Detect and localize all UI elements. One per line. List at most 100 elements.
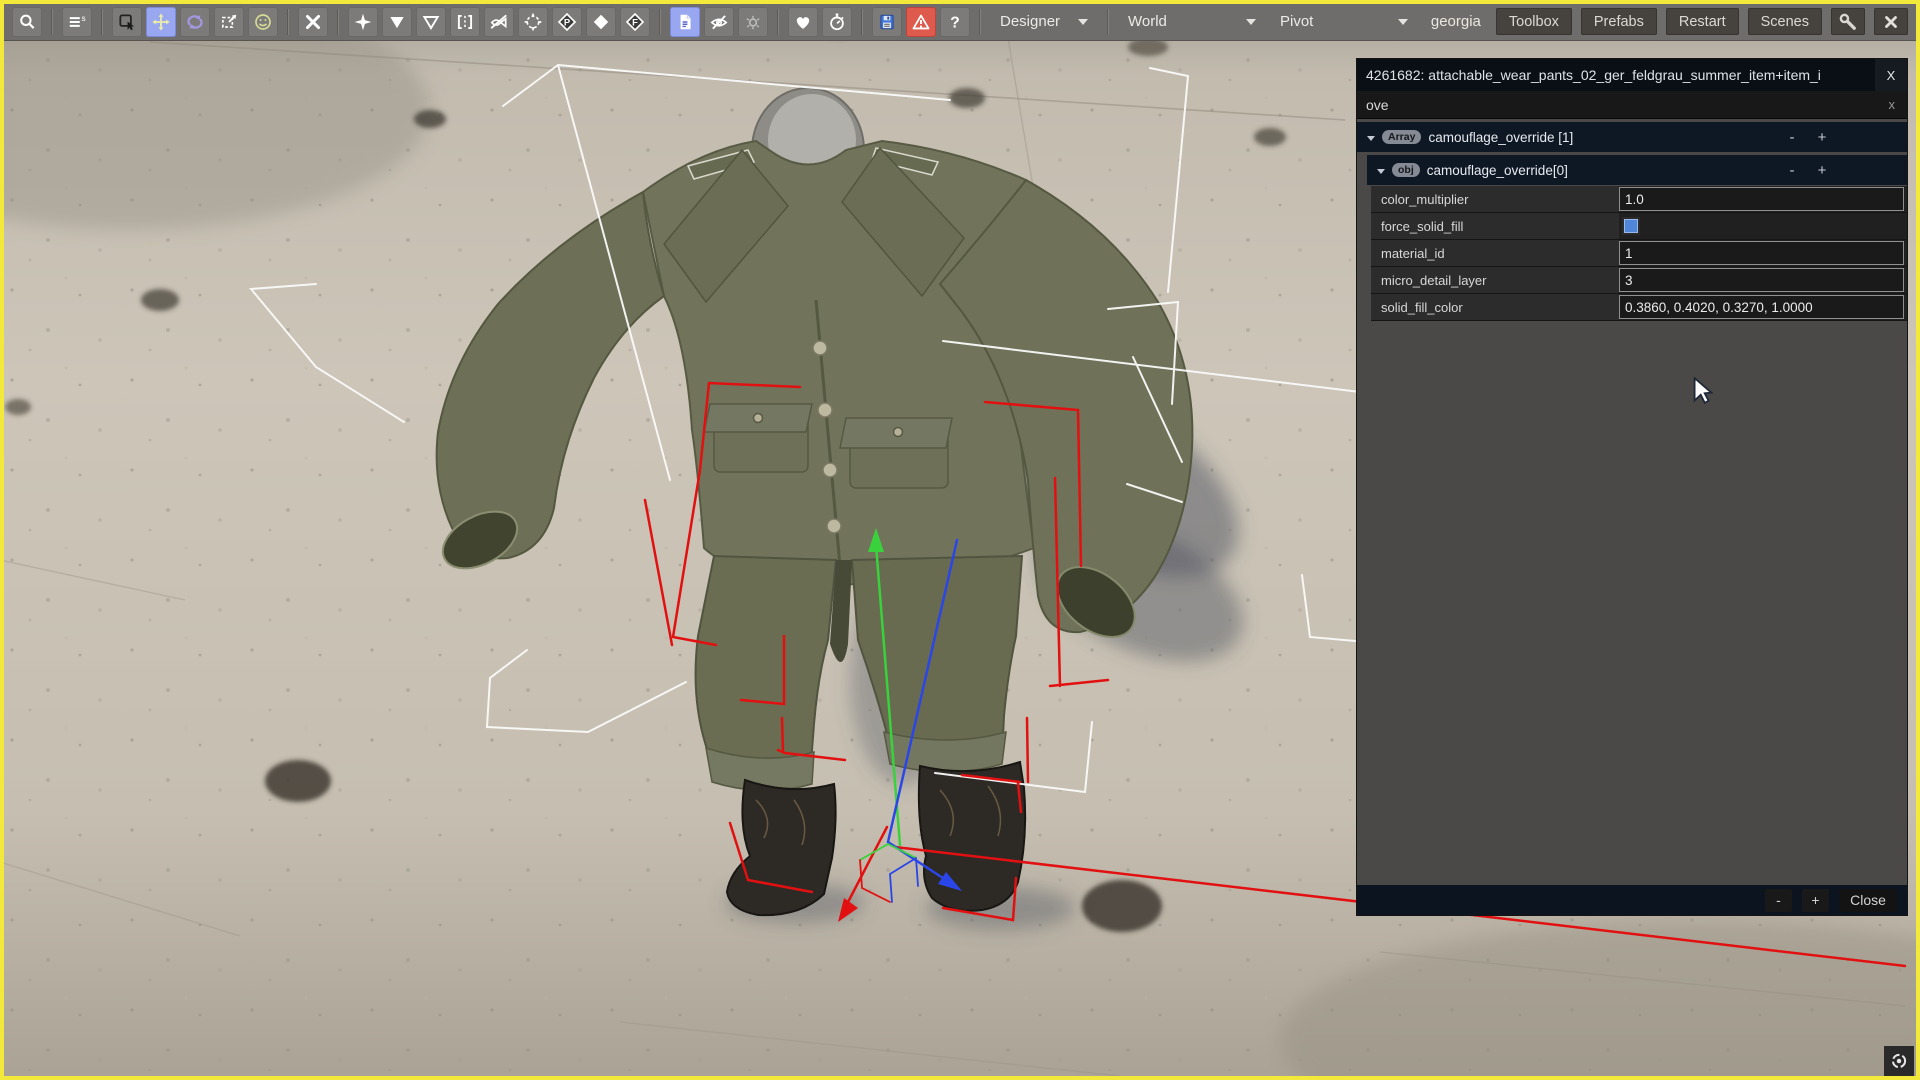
diamond-button[interactable]	[586, 7, 616, 37]
wrench-icon	[1838, 12, 1858, 32]
property-search-input[interactable]	[1357, 97, 1877, 113]
property-row-solid-fill-color: solid_fill_color	[1371, 294, 1907, 321]
mirror-button[interactable]	[450, 7, 480, 37]
favorites-button[interactable]	[788, 7, 818, 37]
property-label: material_id	[1371, 240, 1619, 266]
triangle-down-filled-icon	[387, 12, 407, 32]
mode-dropdown[interactable]: Designer	[990, 7, 1098, 37]
username-label: georgia	[1431, 13, 1481, 30]
solid-fill-color-input[interactable]	[1619, 295, 1904, 319]
surface-snap-button[interactable]	[248, 7, 278, 37]
sort-list-button[interactable]: s	[62, 7, 92, 37]
eye-hidden-icon	[709, 12, 729, 32]
footer-close-button[interactable]: Close	[1839, 889, 1897, 912]
material-id-input[interactable]	[1619, 241, 1904, 265]
scale-icon	[219, 12, 239, 32]
delete-button[interactable]	[298, 7, 328, 37]
toolbar-separator	[337, 9, 339, 35]
document-button[interactable]	[670, 7, 700, 37]
save-floppy-icon	[877, 12, 897, 32]
chevron-down-icon	[1377, 169, 1385, 174]
toolbox-button[interactable]: Toolbox	[1496, 8, 1572, 35]
scenes-button[interactable]: Scenes	[1748, 8, 1822, 35]
inspector-empty-area	[1357, 321, 1907, 885]
settings-button[interactable]	[1831, 8, 1865, 35]
property-label: color_multiplier	[1371, 186, 1619, 212]
property-row-force-solid-fill: force_solid_fill	[1371, 213, 1907, 240]
type-badge-obj: obj	[1392, 163, 1420, 177]
chevron-down-icon	[1398, 19, 1408, 25]
x-icon	[303, 12, 323, 32]
toolbar-separator	[51, 9, 53, 35]
chevron-down-icon	[1246, 19, 1256, 25]
chevron-down-icon	[1367, 136, 1375, 141]
show-objects-button[interactable]	[738, 7, 768, 37]
toolbar-separator	[659, 9, 661, 35]
target-button[interactable]	[518, 7, 548, 37]
fish-strike-icon	[489, 12, 509, 32]
object-remove-button[interactable]: -	[1777, 162, 1807, 179]
prefabs-button[interactable]: Prefabs	[1581, 8, 1657, 35]
move-tool-button[interactable]	[146, 7, 176, 37]
micro-detail-layer-input[interactable]	[1619, 268, 1904, 292]
footer-add-button[interactable]: +	[1802, 889, 1829, 912]
prefab-p-diamond-icon: P	[557, 12, 577, 32]
move-icon	[151, 12, 171, 32]
chevron-down-icon	[1078, 19, 1088, 25]
array-add-button[interactable]: +	[1807, 129, 1837, 146]
world-dropdown[interactable]: World	[1118, 7, 1266, 37]
prefab-f-button[interactable]: F	[620, 7, 650, 37]
search-button[interactable]	[12, 7, 42, 37]
document-icon	[675, 12, 695, 32]
search-icon	[17, 12, 37, 32]
object-header-camouflage-override-0[interactable]: obj camouflage_override[0] - +	[1367, 155, 1907, 185]
restart-button[interactable]: Restart	[1666, 8, 1739, 35]
select-tool-button[interactable]	[112, 7, 142, 37]
triangle-down-outline-icon	[421, 12, 441, 32]
pivot-dropdown-label: Pivot	[1280, 13, 1313, 30]
orbit-indicator-button[interactable]	[1884, 1046, 1914, 1076]
drop-down-button[interactable]	[382, 7, 412, 37]
save-button[interactable]	[872, 7, 902, 37]
history-button[interactable]	[822, 7, 852, 37]
warnings-button[interactable]	[906, 7, 936, 37]
prefab-p-button[interactable]: P	[552, 7, 582, 37]
snap-star-icon	[353, 12, 373, 32]
array-header-camouflage-override[interactable]: Array camouflage_override [1] - +	[1357, 122, 1907, 152]
object-add-button[interactable]: +	[1807, 162, 1837, 179]
toolbar-separator	[287, 9, 289, 35]
smiley-icon	[253, 12, 273, 32]
world-dropdown-label: World	[1128, 13, 1167, 30]
toolbar-separator	[979, 9, 981, 35]
inspector-close-button[interactable]: X	[1875, 59, 1907, 91]
rotate-icon	[185, 12, 205, 32]
force-solid-fill-checkbox[interactable]	[1624, 219, 1638, 233]
inspector-title: 4261682: attachable_wear_pants_02_ger_fe…	[1357, 67, 1875, 83]
hide-fish-button[interactable]	[484, 7, 514, 37]
select-cursor-icon	[117, 12, 137, 32]
color-multiplier-input[interactable]	[1619, 187, 1904, 211]
list-sort-icon: s	[67, 12, 87, 32]
toolbar-right-group: georgia Toolbox Prefabs Restart Scenes	[1431, 8, 1908, 35]
hide-objects-button[interactable]	[704, 7, 734, 37]
orbit-icon	[1889, 1051, 1909, 1071]
exit-button[interactable]	[1874, 8, 1908, 35]
property-row-micro-detail-layer: micro_detail_layer	[1371, 267, 1907, 294]
toolbar-separator	[101, 9, 103, 35]
crosshair-icon	[523, 12, 543, 32]
rotate-tool-button[interactable]	[180, 7, 210, 37]
scale-tool-button[interactable]	[214, 7, 244, 37]
search-clear-icon[interactable]: x	[1877, 97, 1908, 112]
property-row-material-id: material_id	[1371, 240, 1907, 267]
inspector-title-bar: 4261682: attachable_wear_pants_02_ger_fe…	[1357, 59, 1907, 91]
footer-remove-button[interactable]: -	[1765, 889, 1792, 912]
array-remove-button[interactable]: -	[1777, 129, 1807, 146]
snap-button[interactable]	[348, 7, 378, 37]
inspector-footer: - + Close	[1357, 885, 1907, 915]
pivot-dropdown[interactable]: Pivot	[1270, 7, 1418, 37]
toolbar-separator	[1107, 9, 1109, 35]
drop-outline-button[interactable]	[416, 7, 446, 37]
property-label: solid_fill_color	[1371, 294, 1619, 320]
help-button[interactable]: ?	[940, 7, 970, 37]
svg-text:P: P	[564, 17, 570, 28]
